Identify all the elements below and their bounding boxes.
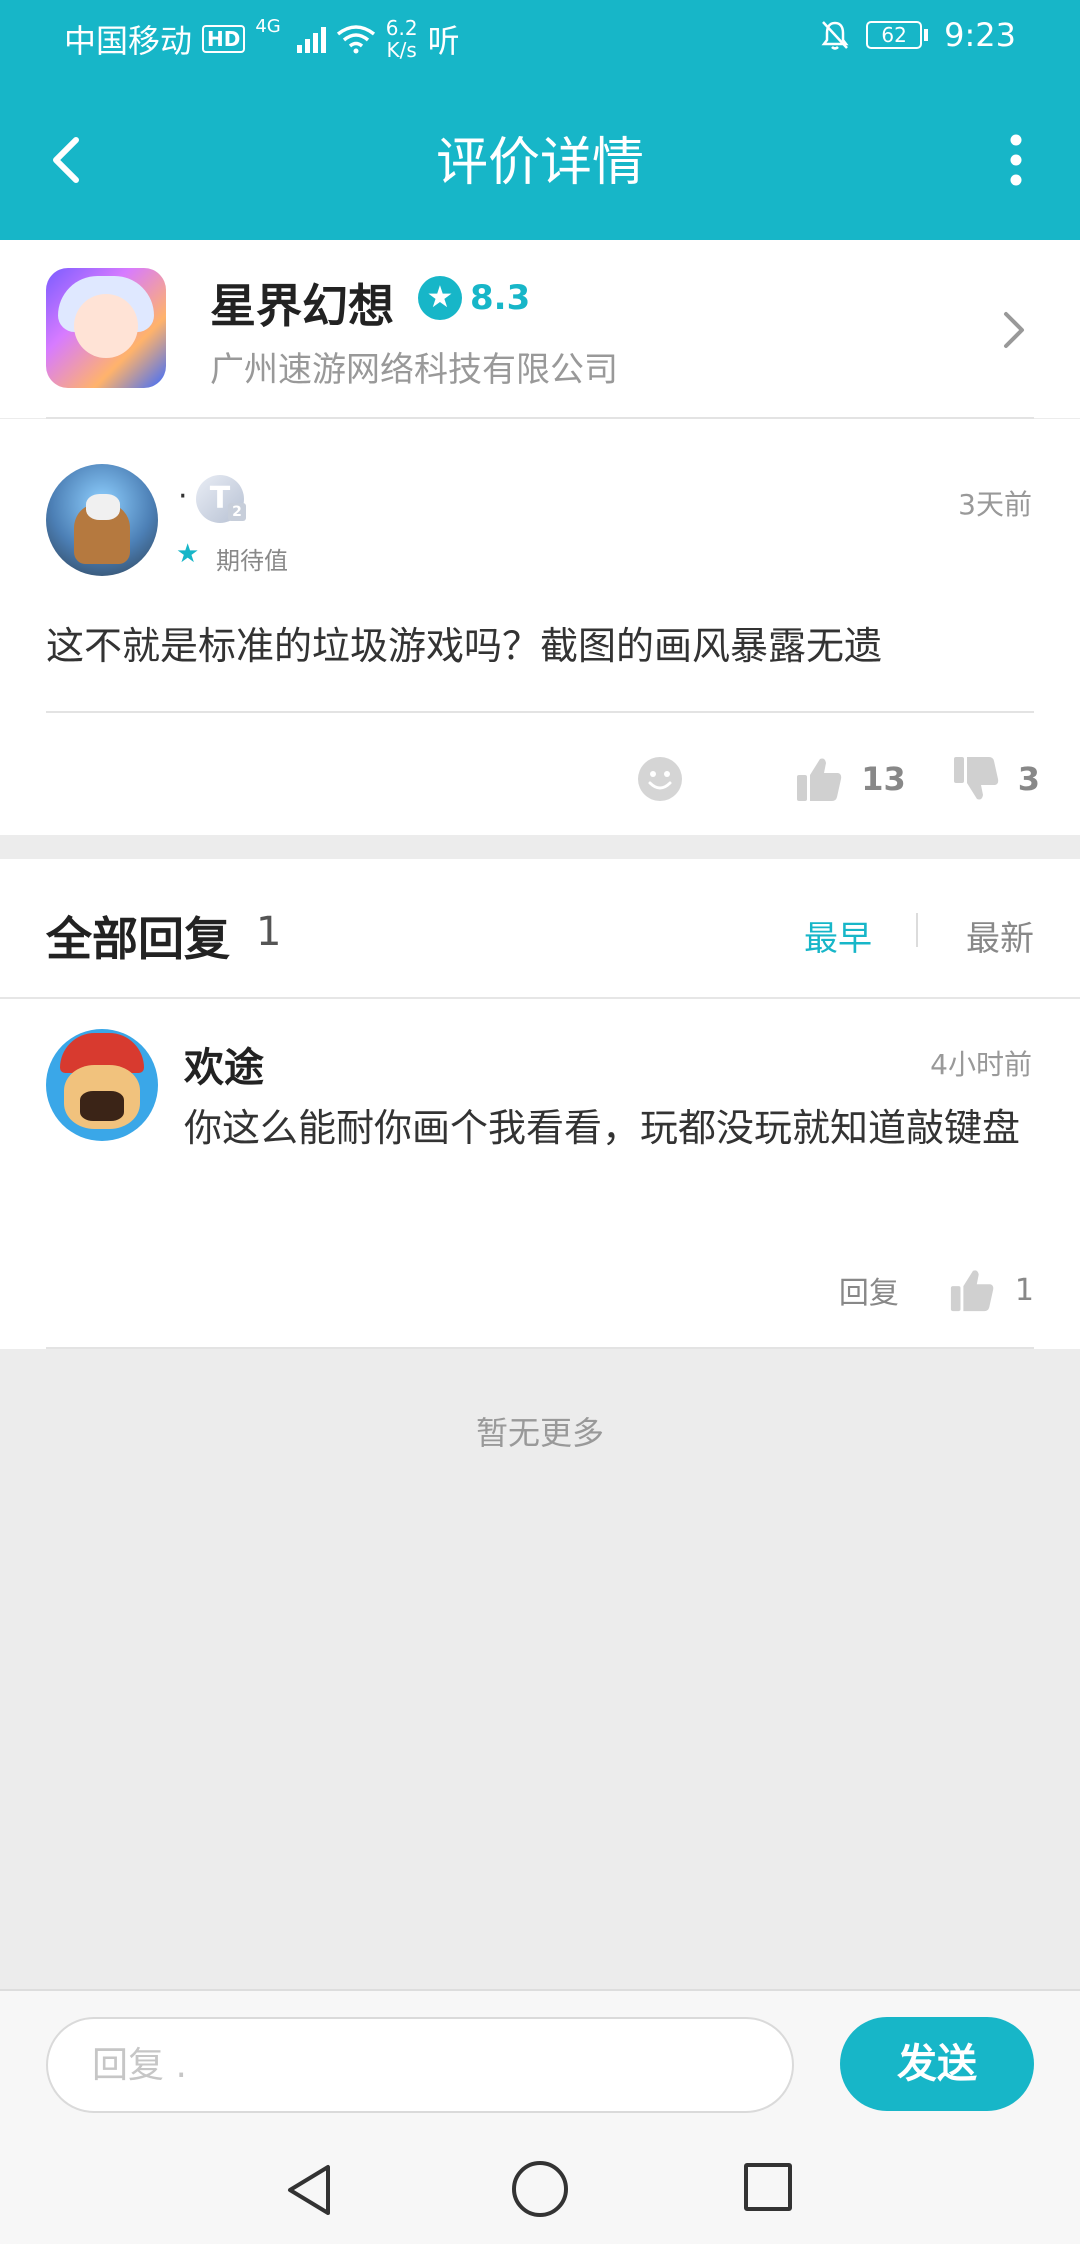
sort-earliest-tab[interactable]: 最早 bbox=[804, 911, 872, 960]
star-icon: ★ bbox=[418, 276, 462, 320]
divider bbox=[46, 1347, 1034, 1349]
listen-icon: 听 bbox=[427, 22, 460, 60]
app-card[interactable]: 星界幻想 ★ 8.3 广州速游网络科技有限公司 bbox=[0, 240, 1080, 418]
like-button[interactable]: 13 bbox=[795, 755, 906, 803]
avatar[interactable] bbox=[46, 1029, 158, 1141]
net-speed-value: 6.2 bbox=[385, 16, 418, 40]
review-time: 3天前 bbox=[958, 488, 1032, 521]
clock: 9:23 bbox=[944, 16, 1016, 54]
rating-value: 8.3 bbox=[470, 278, 531, 318]
reply-username[interactable]: 欢途 bbox=[184, 1035, 264, 1093]
star-icon: ★ bbox=[176, 539, 200, 569]
dislike-count: 3 bbox=[1017, 760, 1040, 798]
send-button[interactable]: 发送 bbox=[840, 2017, 1034, 2111]
review-card: · T 2 ★ 期待值 3天前 这不就是标准的垃圾游戏吗？截图的画风暴露无遗 1… bbox=[0, 419, 1080, 835]
signal-icon bbox=[296, 25, 326, 53]
network-type: 4G bbox=[255, 16, 281, 37]
battery-icon: 62 bbox=[866, 21, 929, 49]
replies-header: 全部回复 1 最早 最新 bbox=[0, 859, 1080, 997]
app-rating: ★ 8.3 bbox=[418, 276, 530, 320]
page-title: 评价详情 bbox=[435, 133, 644, 193]
top-bar: 中国移动 HD 4G 6.2 K/s 听 62 9:23 评价详情 bbox=[0, 0, 1080, 240]
level-number: 2 bbox=[228, 503, 246, 521]
thumb-up-icon bbox=[797, 758, 842, 801]
app-name: 星界幻想 bbox=[210, 279, 394, 333]
system-nav-bar bbox=[0, 2137, 1080, 2244]
nav-back-icon[interactable] bbox=[282, 2161, 340, 2219]
sort-newest-tab[interactable]: 最新 bbox=[966, 911, 1034, 960]
wifi-icon bbox=[336, 25, 375, 54]
replies-count: 1 bbox=[256, 909, 282, 955]
reply-input-bar: 发送 bbox=[0, 1989, 1080, 2137]
emoji-icon[interactable] bbox=[637, 756, 683, 802]
reply-actions: 回复 1 bbox=[839, 1267, 1034, 1313]
hd-icon: HD bbox=[202, 25, 246, 53]
review-username[interactable]: · bbox=[178, 479, 188, 514]
app-icon[interactable] bbox=[46, 268, 166, 388]
dislike-button[interactable]: 3 bbox=[952, 755, 1040, 803]
level-badge: T 2 bbox=[196, 475, 246, 523]
carrier-label: 中国移动 bbox=[64, 22, 193, 60]
battery-level: 62 bbox=[866, 21, 923, 49]
net-speed-unit: K/s bbox=[386, 38, 417, 62]
reply-button[interactable]: 回复 bbox=[839, 1268, 899, 1312]
more-vertical-icon[interactable] bbox=[992, 128, 1040, 192]
mute-bell-icon bbox=[821, 21, 849, 50]
app-company: 广州速游网络科技有限公司 bbox=[210, 350, 618, 390]
reply-like-count: 1 bbox=[1014, 1272, 1034, 1308]
divider bbox=[46, 711, 1034, 713]
reply-text: 你这么能耐你画个我看看，玩都没玩就知道敲键盘 bbox=[184, 1106, 1021, 1150]
nav-recents-icon[interactable] bbox=[744, 2163, 792, 2211]
divider bbox=[916, 913, 918, 947]
reply-input[interactable] bbox=[46, 2017, 794, 2113]
reply-like-button[interactable]: 1 bbox=[949, 1267, 1034, 1313]
thumb-up-icon bbox=[950, 1270, 994, 1312]
like-count: 13 bbox=[861, 760, 906, 798]
net-speed: 6.2 K/s bbox=[386, 17, 418, 61]
review-text: 这不就是标准的垃圾游戏吗？截图的画风暴露无遗 bbox=[46, 624, 883, 668]
thumb-down-icon bbox=[953, 757, 998, 800]
review-tag: 期待值 bbox=[216, 547, 288, 575]
review-actions: 13 3 bbox=[637, 749, 1040, 809]
status-bar: 中国移动 HD 4G 6.2 K/s 听 62 9:23 bbox=[0, 0, 1080, 72]
app-header: 评价详情 bbox=[0, 80, 1080, 240]
chevron-right-icon[interactable] bbox=[998, 306, 1030, 354]
nav-home-icon[interactable] bbox=[512, 2161, 568, 2217]
reply-item: 欢途 4小时前 你这么能耐你画个我看看，玩都没玩就知道敲键盘 回复 1 bbox=[0, 999, 1080, 1349]
reply-time: 4小时前 bbox=[930, 1048, 1032, 1081]
avatar[interactable] bbox=[46, 464, 158, 576]
no-more-label: 暂无更多 bbox=[475, 1414, 604, 1452]
replies-title: 全部回复 bbox=[46, 912, 230, 966]
